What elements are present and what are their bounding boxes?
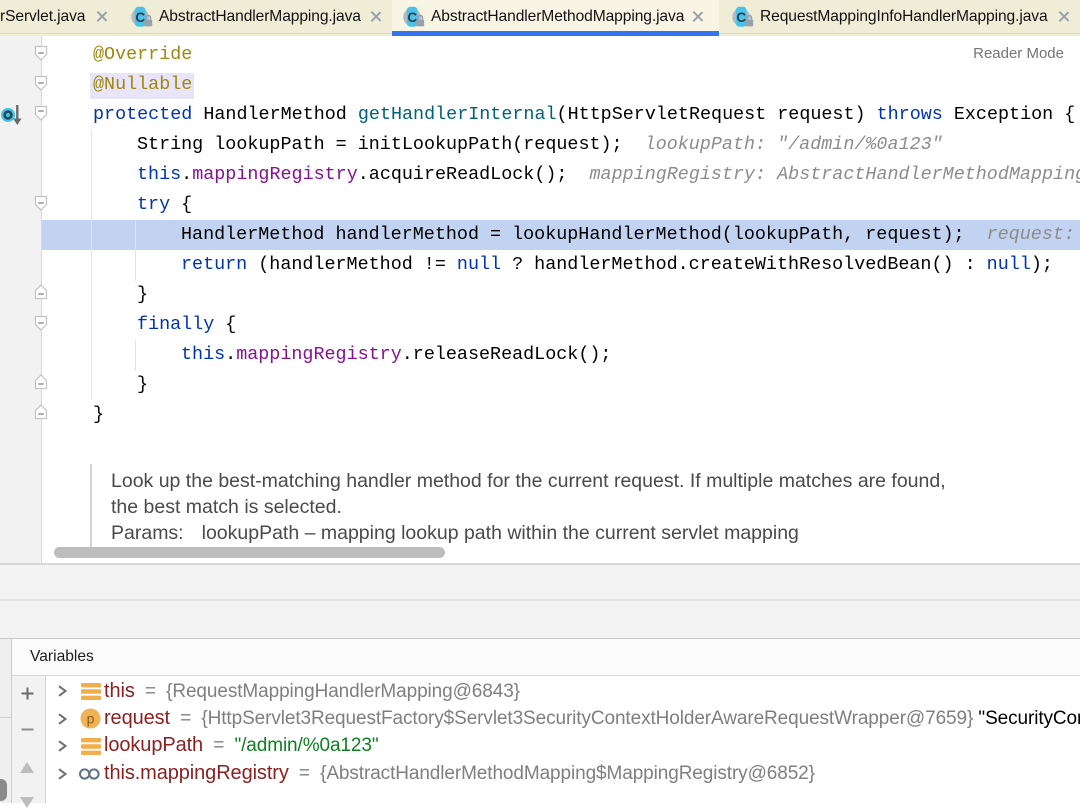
- svg-text:p: p: [87, 711, 95, 727]
- svg-text:C: C: [736, 10, 746, 25]
- svg-text:C: C: [135, 10, 145, 25]
- svg-text:C: C: [407, 10, 417, 25]
